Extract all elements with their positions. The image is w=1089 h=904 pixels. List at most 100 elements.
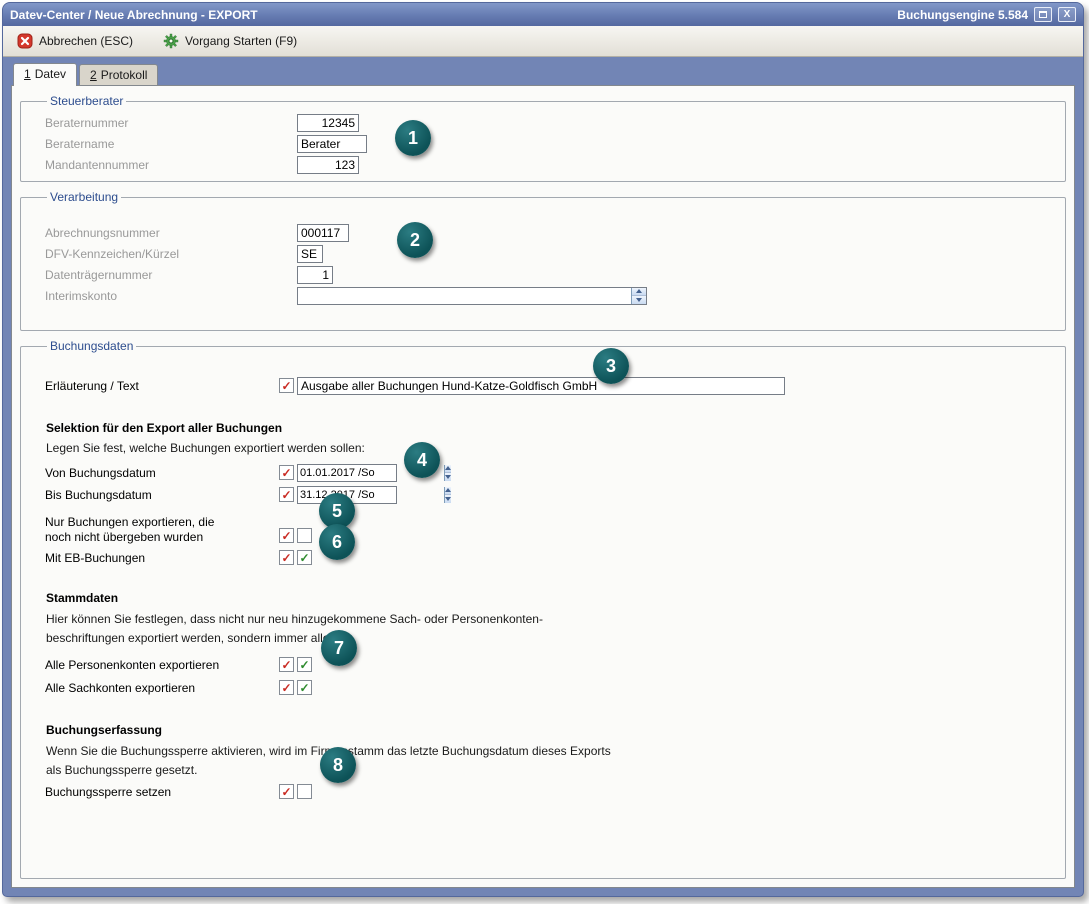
interimskonto-row: Interimskonto — [45, 285, 1041, 306]
erlaeuterung-label: Erläuterung / Text — [45, 379, 279, 393]
interimskonto-field — [297, 287, 647, 305]
selektion-heading: Selektion für den Export aller Buchungen — [46, 420, 1041, 436]
bis-buchungsdatum-row: Bis Buchungsdatum ✓ — [45, 484, 1041, 505]
start-button[interactable]: Vorgang Starten (F9) — [155, 29, 305, 53]
dialog-window: Datev-Center / Neue Abrechnung - EXPORT … — [2, 2, 1084, 897]
group-steuerberater: Steuerberater Beraternummer Beratername … — [20, 94, 1066, 182]
beratername-label: Beratername — [45, 137, 297, 151]
close-button[interactable]: X — [1058, 7, 1076, 22]
sachkonten-confirm-checkbox[interactable]: ✓ — [279, 680, 294, 695]
interimskonto-input[interactable] — [298, 288, 631, 304]
tab-datev-label: Datev — [35, 67, 66, 81]
nur-neue-confirm-checkbox[interactable]: ✓ — [279, 528, 294, 543]
datentraegernummer-row: Datenträgernummer — [45, 264, 1041, 285]
mit-eb-value-checkbox[interactable]: ✓ — [297, 550, 312, 565]
von-buchungsdatum-row: Von Buchungsdatum ✓ — [45, 462, 1041, 483]
datentraegernummer-input[interactable] — [297, 266, 333, 284]
red-check-icon: ✓ — [281, 786, 291, 798]
callout-badge-2: 2 — [397, 222, 433, 258]
tabstrip: 1 Datev 2Protokoll — [11, 61, 1075, 85]
tab-datev-accel: 1 — [24, 67, 31, 81]
dfv-kennzeichen-label: DFV-Kennzeichen/Kürzel — [45, 247, 297, 261]
spin-down-icon[interactable] — [445, 473, 451, 481]
maximize-icon — [1039, 11, 1047, 18]
nur-neue-label-line1: Nur Buchungen exportieren, die — [45, 515, 214, 529]
tab-protokoll[interactable]: 2Protokoll — [79, 64, 158, 85]
erlaeuterung-confirm-checkbox[interactable]: ✓ — [279, 378, 294, 393]
green-check-icon: ✓ — [299, 682, 309, 694]
beratername-input[interactable] — [297, 135, 367, 153]
engine-version-label: Buchungsengine 5.584 — [897, 8, 1028, 22]
close-icon: X — [1064, 9, 1071, 20]
personenkonten-value-checkbox[interactable]: ✓ — [297, 657, 312, 672]
group-verarbeitung: Verarbeitung Abrechnungsnummer DFV-Kennz… — [20, 190, 1066, 331]
spin-down-icon[interactable] — [445, 495, 451, 503]
buchungserfassung-heading: Buchungserfassung — [46, 722, 1041, 738]
bis-datum-input[interactable] — [298, 487, 444, 503]
tab-page-datev: Steuerberater Beraternummer Beratername … — [11, 85, 1075, 888]
abrechnungsnummer-input[interactable] — [297, 224, 349, 242]
spin-up-icon[interactable] — [632, 288, 646, 297]
mandantennummer-row: Mandantennummer — [45, 154, 1041, 175]
nur-neue-value-checkbox[interactable] — [297, 528, 312, 543]
personenkonten-row: Alle Personenkonten exportieren ✓ ✓ — [45, 654, 1041, 675]
stammdaten-info-line2: beschriftungen exportiert werden, sonder… — [46, 629, 1041, 648]
mit-eb-row: Mit EB-Buchungen ✓ ✓ — [45, 547, 1041, 568]
interimskonto-spinner — [631, 288, 646, 304]
group-steuerberater-legend: Steuerberater — [47, 94, 126, 108]
buchungserfassung-info-line1: Wenn Sie die Buchungssperre aktivieren, … — [46, 742, 1041, 761]
von-datum-spinner — [444, 465, 451, 481]
callout-badge-1: 1 — [395, 120, 431, 156]
nur-neue-label: Nur Buchungen exportieren, die noch nich… — [45, 515, 279, 545]
nur-neue-row: Nur Buchungen exportieren, die noch nich… — [45, 515, 1041, 545]
spin-down-icon[interactable] — [632, 296, 646, 304]
dfv-kennzeichen-input[interactable] — [297, 245, 323, 263]
callout-badge-4: 4 — [404, 442, 440, 478]
red-check-icon: ✓ — [281, 659, 291, 671]
buchungssperre-label: Buchungssperre setzen — [45, 785, 279, 799]
callout-badge-3: 3 — [593, 348, 629, 384]
beraternummer-input[interactable] — [297, 114, 359, 132]
beraternummer-label: Beraternummer — [45, 116, 297, 130]
datentraegernummer-label: Datenträgernummer — [45, 268, 297, 282]
interimskonto-label: Interimskonto — [45, 289, 297, 303]
von-confirm-checkbox[interactable]: ✓ — [279, 465, 294, 480]
green-check-icon: ✓ — [299, 659, 309, 671]
sachkonten-value-checkbox[interactable]: ✓ — [297, 680, 312, 695]
spin-up-icon[interactable] — [445, 465, 451, 474]
sachkonten-label: Alle Sachkonten exportieren — [45, 681, 279, 695]
red-check-icon: ✓ — [281, 380, 291, 392]
mandantennummer-input[interactable] — [297, 156, 359, 174]
personenkonten-confirm-checkbox[interactable]: ✓ — [279, 657, 294, 672]
titlebar[interactable]: Datev-Center / Neue Abrechnung - EXPORT … — [3, 3, 1083, 26]
red-check-icon: ✓ — [281, 489, 291, 501]
group-buchungsdaten-legend: Buchungsdaten — [47, 339, 136, 353]
tab-datev[interactable]: 1 Datev — [13, 63, 77, 86]
nur-neue-label-line2: noch nicht übergeben wurden — [45, 530, 203, 544]
callout-badge-6: 6 — [319, 524, 355, 560]
red-check-icon: ✓ — [281, 467, 291, 479]
mit-eb-confirm-checkbox[interactable]: ✓ — [279, 550, 294, 565]
window-title: Datev-Center / Neue Abrechnung - EXPORT — [10, 8, 258, 22]
callout-badge-7: 7 — [321, 630, 357, 666]
maximize-button[interactable] — [1034, 7, 1052, 22]
red-check-icon: ✓ — [281, 530, 291, 542]
buchungssperre-confirm-checkbox[interactable]: ✓ — [279, 784, 294, 799]
red-check-icon: ✓ — [281, 682, 291, 694]
callout-badge-8: 8 — [320, 747, 356, 783]
erlaeuterung-input[interactable] — [297, 377, 785, 395]
abrechnungsnummer-label: Abrechnungsnummer — [45, 226, 297, 240]
beraternummer-row: Beraternummer — [45, 112, 1041, 133]
abrechnungsnummer-row: Abrechnungsnummer — [45, 222, 1041, 243]
start-gear-icon — [163, 33, 179, 49]
buchungssperre-value-checkbox[interactable] — [297, 784, 312, 799]
cancel-button[interactable]: Abbrechen (ESC) — [9, 29, 141, 53]
buchungserfassung-info-line2: als Buchungssperre gesetzt. — [46, 761, 1041, 780]
bis-confirm-checkbox[interactable]: ✓ — [279, 487, 294, 502]
bis-buchungsdatum-label: Bis Buchungsdatum — [45, 488, 279, 502]
personenkonten-label: Alle Personenkonten exportieren — [45, 658, 279, 672]
sachkonten-row: Alle Sachkonten exportieren ✓ ✓ — [45, 677, 1041, 698]
mandantennummer-label: Mandantennummer — [45, 158, 297, 172]
spin-up-icon[interactable] — [445, 487, 451, 496]
tab-protokoll-label: Protokoll — [101, 68, 148, 82]
